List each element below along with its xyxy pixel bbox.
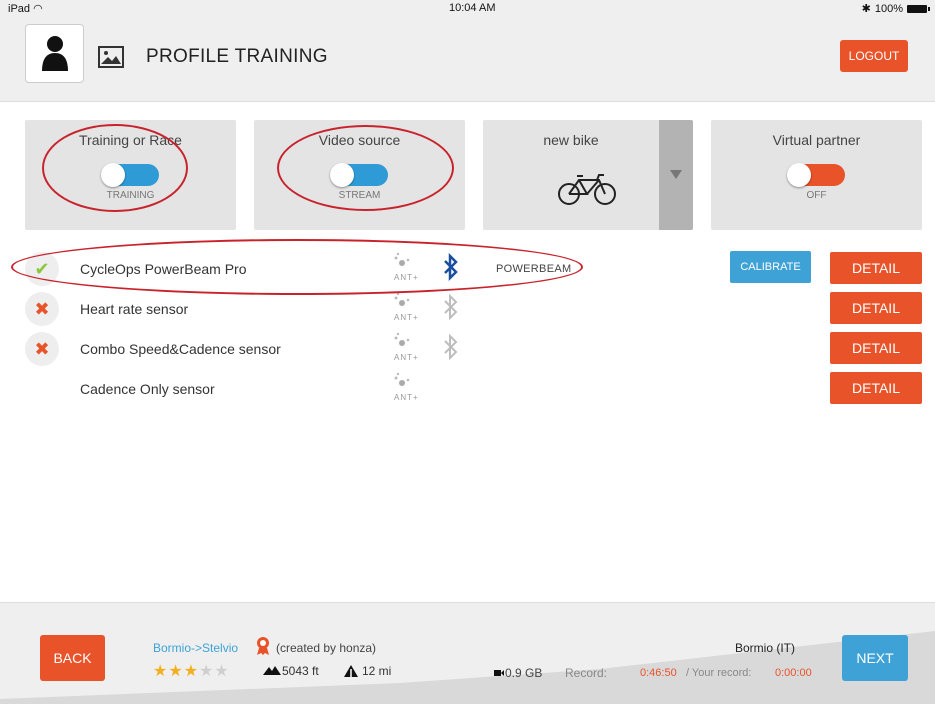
device-name: Heart rate sensor: [80, 301, 189, 317]
bicycle-icon: [558, 174, 616, 205]
ant-plus-label: ANT+: [394, 393, 419, 402]
toggle-knob: [330, 163, 354, 187]
dropdown-arrow-icon: [670, 170, 682, 179]
status-right: ✱ 100%: [861, 2, 930, 15]
device-name: CycleOps PowerBeam Pro: [80, 261, 247, 277]
your-record-label: / Your record:: [686, 667, 752, 679]
device-label: iPad ◠: [8, 2, 43, 15]
check-icon: ✔: [25, 252, 59, 286]
detail-button[interactable]: DETAIL: [830, 332, 922, 364]
bike-card[interactable]: new bike: [483, 120, 693, 230]
distance-icon: [344, 665, 358, 677]
detail-button[interactable]: DETAIL: [830, 372, 922, 404]
device-row: ✖ Heart rate sensor ANT+ DETAIL: [0, 289, 935, 327]
battery-icon: [907, 4, 930, 13]
device-row: Cadence Only sensor ANT+ DETAIL: [0, 369, 935, 407]
status-bar: iPad ◠ 10:04 AM ✱ 100%: [0, 0, 935, 18]
virtual-partner-value: OFF: [806, 190, 827, 201]
bike-dropdown[interactable]: [659, 120, 693, 230]
bluetooth-status-icon: ✱: [861, 3, 871, 15]
video-source-toggle[interactable]: [330, 163, 388, 187]
video-source-card: Video source STREAM: [254, 120, 465, 230]
distance-value: 12 mi: [362, 664, 392, 678]
ant-plus-label: ANT+: [394, 313, 419, 322]
video-camera-icon: [494, 670, 504, 676]
logout-button[interactable]: LOGOUT: [840, 40, 908, 72]
star-empty-icon: ★: [199, 663, 215, 680]
star-filled-icon: ★: [183, 663, 200, 680]
ant-plus-label: ANT+: [394, 353, 419, 362]
toggle-knob: [787, 163, 811, 187]
device-row: ✔ CycleOps PowerBeam Pro ANT+ POWERBEAM …: [0, 249, 935, 287]
rating-stars: ★★★★★: [153, 661, 230, 681]
virtual-partner-title: Virtual partner: [772, 132, 861, 148]
video-source-title: Video source: [318, 132, 401, 148]
clock: 10:04 AM: [449, 2, 496, 14]
created-by-text: (created by honza): [276, 641, 377, 655]
next-button[interactable]: NEXT: [842, 635, 908, 681]
training-or-race-title: Training or Race: [79, 132, 182, 148]
record-label: Record:: [565, 666, 608, 680]
cross-icon: ✖: [25, 332, 59, 366]
training-or-race-toggle[interactable]: [101, 163, 159, 187]
detail-button[interactable]: DETAIL: [830, 292, 922, 324]
storage-value: 0.9 GB: [505, 666, 543, 680]
device-name: Combo Speed&Cadence sensor: [80, 341, 281, 357]
image-icon[interactable]: [98, 46, 124, 68]
cross-icon: ✖: [25, 292, 59, 326]
device-name: Cadence Only sensor: [80, 381, 215, 397]
bike-title: new bike: [543, 132, 599, 148]
elevation-value: 5043 ft: [282, 664, 319, 678]
star-filled-icon: ★: [168, 663, 184, 680]
ant-plus-label: ANT+: [394, 273, 419, 282]
location-label: Bormio (IT): [735, 641, 795, 655]
header-bar: PROFILE TRAINING LOGOUT: [0, 18, 935, 102]
toggle-knob: [101, 163, 125, 187]
virtual-partner-card: Virtual partner OFF: [711, 120, 922, 230]
battery-percent: 100%: [874, 2, 903, 15]
footer-bar: BACK Bormio->Stelvio (created by honza) …: [0, 602, 935, 704]
star-filled-icon: ★: [153, 663, 169, 680]
user-silhouette-icon: [42, 36, 68, 71]
avatar[interactable]: [25, 24, 84, 83]
bluetooth-inactive-icon[interactable]: [443, 293, 459, 321]
medal-icon: [257, 637, 269, 655]
star-empty-icon: ★: [214, 663, 230, 680]
app-window: iPad ◠ 10:04 AM ✱ 100% PROFILE TRAINING …: [0, 0, 935, 704]
virtual-partner-toggle[interactable]: [787, 163, 845, 187]
video-source-value: STREAM: [338, 190, 381, 201]
wifi-icon: ◠: [33, 3, 43, 15]
back-button[interactable]: BACK: [40, 635, 105, 681]
calibrate-button[interactable]: CALIBRATE: [730, 251, 811, 283]
elevation-icon: [263, 666, 281, 675]
page-title: PROFILE TRAINING: [146, 46, 328, 67]
route-name-link[interactable]: Bormio->Stelvio: [153, 641, 238, 655]
training-or-race-card: Training or Race TRAINING: [25, 120, 236, 230]
device-name-text: iPad: [8, 3, 31, 15]
your-record-time: 0:00:00: [775, 667, 812, 679]
device-type: POWERBEAM: [496, 263, 572, 275]
bluetooth-inactive-icon[interactable]: [443, 333, 459, 361]
training-or-race-value: TRAINING: [106, 190, 155, 201]
device-row: ✖ Combo Speed&Cadence sensor ANT+ DETAIL: [0, 329, 935, 367]
detail-button[interactable]: DETAIL: [830, 252, 922, 284]
record-time: 0:46:50: [640, 667, 677, 679]
bluetooth-active-icon[interactable]: [443, 253, 459, 281]
